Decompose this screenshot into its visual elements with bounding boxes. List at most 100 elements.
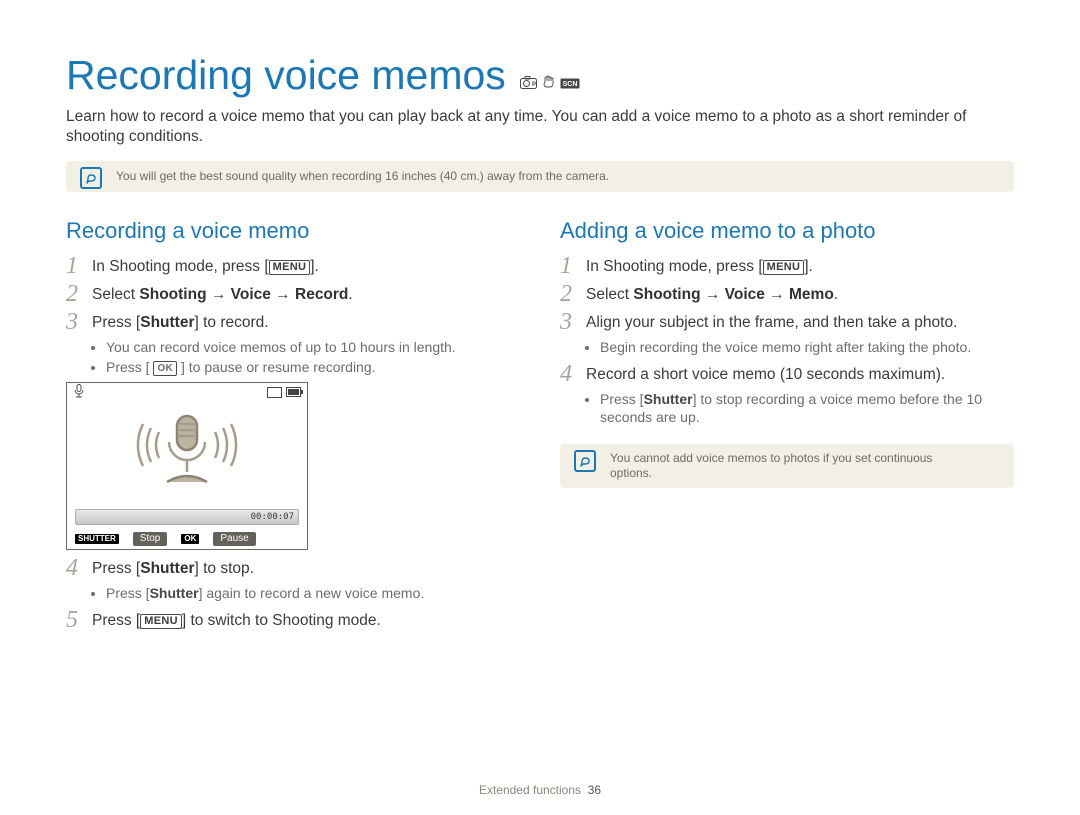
- microphone-graphic-icon: [127, 408, 247, 502]
- footer-section: Extended functions: [479, 783, 581, 797]
- step-bold: Shooting: [139, 286, 206, 303]
- step-number: 4: [560, 362, 586, 386]
- sub-item: Press [ OK ] to pause or resume recordin…: [106, 358, 520, 376]
- step-text: ] to switch to Shooting mode.: [182, 612, 381, 629]
- tip-box-right: You cannot add voice memos to photos if …: [560, 444, 1014, 488]
- step-bold: Shooting: [633, 286, 700, 303]
- step-text: ].: [310, 258, 319, 275]
- sub-item: Press [Shutter] again to record a new vo…: [106, 584, 520, 602]
- status-icons: [267, 387, 301, 398]
- step-text: Record a short voice memo (10 seconds ma…: [586, 362, 945, 386]
- progress-bar: 00:00:07: [75, 509, 299, 525]
- section-heading-adding: Adding a voice memo to a photo: [560, 218, 1014, 244]
- step-number: 2: [560, 282, 586, 306]
- step-1: 1 In Shooting mode, press [MENU].: [66, 254, 520, 278]
- elapsed-time: 00:00:07: [251, 510, 294, 524]
- step-text: Select: [92, 286, 139, 303]
- step-text: In Shooting mode, press [: [92, 258, 269, 275]
- step-number: 2: [66, 282, 92, 306]
- step-2: 2 Select Shooting → Voice → Record.: [66, 282, 520, 306]
- sub-text: Press [: [106, 359, 153, 375]
- mic-small-icon: [73, 384, 85, 401]
- menu-button-label: MENU: [140, 614, 182, 629]
- shutter-tag: SHUTTER: [75, 534, 119, 544]
- step-text: Press [: [92, 314, 140, 331]
- intro-text: Learn how to record a voice memo that yo…: [66, 107, 1014, 147]
- sub-text: ] to pause or resume recording.: [177, 359, 375, 375]
- step-text: ].: [804, 258, 813, 275]
- menu-button-label: MENU: [763, 260, 805, 275]
- svg-text:P: P: [532, 82, 536, 88]
- note-icon: [80, 167, 102, 189]
- step-3: 3 Align your subject in the frame, and t…: [560, 310, 1014, 334]
- step-text: ] to record.: [194, 314, 268, 331]
- note-icon: [574, 450, 596, 472]
- sub-item: Begin recording the voice memo right aft…: [600, 338, 1014, 356]
- step-text: In Shooting mode, press [: [586, 258, 763, 275]
- step-text: →: [765, 286, 789, 303]
- tip-text: You cannot add voice memos to photos if …: [610, 451, 974, 481]
- sub-item: Press [Shutter] to stop recording a voic…: [600, 390, 1014, 426]
- mode-icons: P SCN: [520, 75, 580, 92]
- sub-bold: Shutter: [644, 391, 693, 407]
- step-bold: Shutter: [140, 560, 194, 577]
- camera-p-icon: P: [520, 76, 537, 92]
- step-number: 5: [66, 608, 92, 632]
- sub-list: Press [Shutter] again to record a new vo…: [92, 584, 520, 602]
- sub-list: Press [Shutter] to stop recording a voic…: [586, 390, 1014, 426]
- tip-text: You will get the best sound quality when…: [116, 169, 954, 184]
- step-text: Press [: [92, 612, 140, 629]
- ok-button-label: OK: [153, 361, 177, 376]
- stop-label: Stop: [133, 532, 168, 546]
- svg-text:SCN: SCN: [562, 81, 577, 88]
- step-1: 1 In Shooting mode, press [MENU].: [560, 254, 1014, 278]
- step-bold: Voice: [231, 286, 271, 303]
- menu-button-label: MENU: [269, 260, 311, 275]
- step-text: Press [: [92, 560, 140, 577]
- step-4: 4 Press [Shutter] to stop.: [66, 556, 520, 580]
- scn-icon: SCN: [560, 76, 580, 92]
- page-title: Recording voice memos: [66, 52, 506, 99]
- card-icon: [267, 387, 282, 398]
- step-number: 1: [66, 254, 92, 278]
- step-number: 3: [560, 310, 586, 334]
- step-text: Align your subject in the frame, and the…: [586, 310, 957, 334]
- step-number: 4: [66, 556, 92, 580]
- sub-bold: Shutter: [150, 585, 199, 601]
- pause-label: Pause: [213, 532, 255, 546]
- sub-text: Press [: [600, 391, 644, 407]
- right-column: Adding a voice memo to a photo 1 In Shoo…: [560, 218, 1014, 637]
- step-number: 1: [560, 254, 586, 278]
- step-text: →: [701, 286, 725, 303]
- legend-row: SHUTTER Stop OK Pause: [67, 529, 307, 549]
- sub-text: Press [: [106, 585, 150, 601]
- section-heading-recording: Recording a voice memo: [66, 218, 520, 244]
- sub-list: You can record voice memos of up to 10 h…: [92, 338, 520, 376]
- step-4: 4 Record a short voice memo (10 seconds …: [560, 362, 1014, 386]
- sub-item: You can record voice memos of up to 10 h…: [106, 338, 520, 356]
- hand-icon: [542, 75, 555, 92]
- sub-text: ] again to record a new voice memo.: [199, 585, 425, 601]
- ok-tag: OK: [181, 534, 199, 544]
- tip-box-main: You will get the best sound quality when…: [66, 161, 1014, 192]
- step-3: 3 Press [Shutter] to record.: [66, 310, 520, 334]
- step-bold: Shutter: [140, 314, 194, 331]
- step-text: →: [207, 286, 231, 303]
- footer-page-number: 36: [588, 783, 601, 797]
- step-bold: Record: [295, 286, 348, 303]
- step-5: 5 Press [MENU] to switch to Shooting mod…: [66, 608, 520, 632]
- page-footer: Extended functions 36: [0, 783, 1080, 797]
- battery-icon: [286, 387, 301, 397]
- step-text: →: [271, 286, 295, 303]
- step-bold: Voice: [725, 286, 765, 303]
- sub-list: Begin recording the voice memo right aft…: [586, 338, 1014, 356]
- step-text: .: [348, 286, 352, 303]
- step-2: 2 Select Shooting → Voice → Memo.: [560, 282, 1014, 306]
- step-text: ] to stop.: [194, 560, 253, 577]
- lcd-screenshot: 00:00:07 SHUTTER Stop OK Pause: [66, 382, 308, 550]
- left-column: Recording a voice memo 1 In Shooting mod…: [66, 218, 520, 637]
- step-text: .: [834, 286, 838, 303]
- step-number: 3: [66, 310, 92, 334]
- step-text: Select: [586, 286, 633, 303]
- step-bold: Memo: [789, 286, 834, 303]
